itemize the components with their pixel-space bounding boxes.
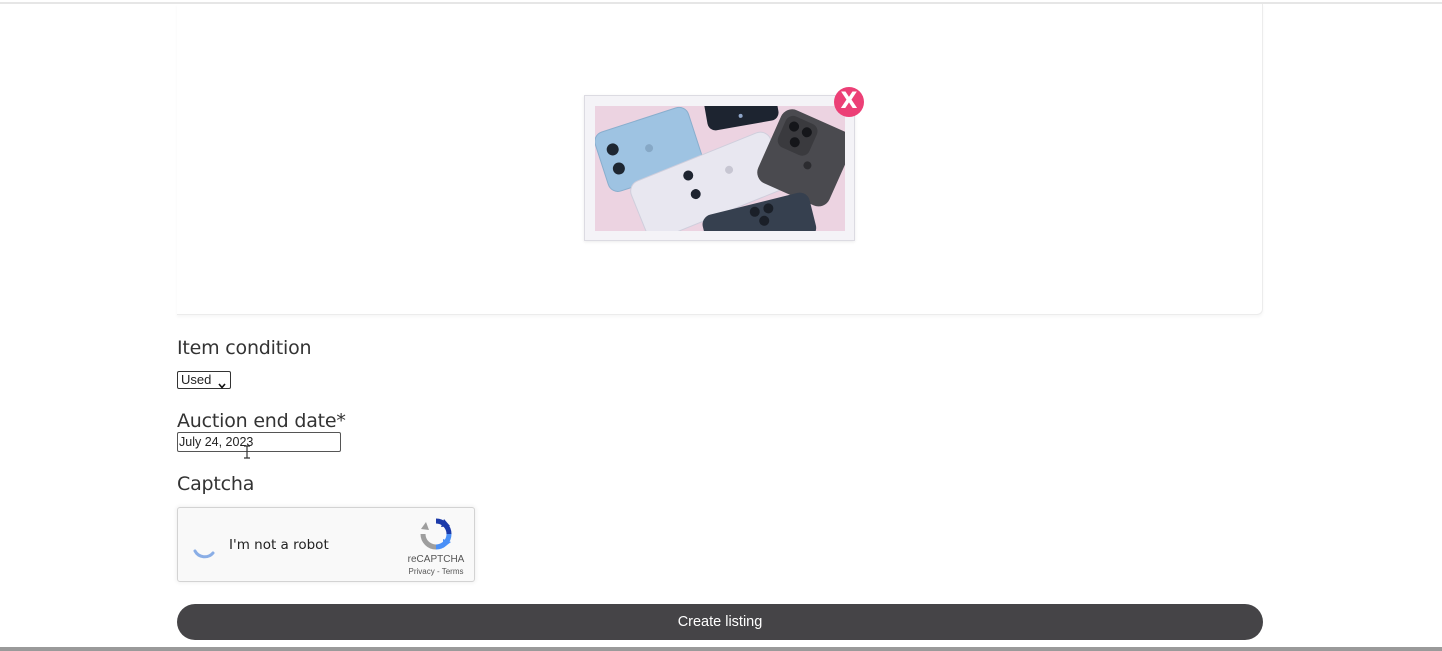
- auction-end-date-input[interactable]: July 24, 2023: [177, 432, 341, 452]
- create-listing-button[interactable]: Create listing: [177, 604, 1263, 640]
- item-condition-selected: Used: [181, 372, 212, 387]
- item-condition-label: Item condition: [177, 337, 312, 359]
- chevron-down-icon: [218, 377, 226, 393]
- bottom-border: [0, 647, 1442, 651]
- recaptcha-widget: I'm not a robot reCAPTCHA Privacy - Term…: [177, 507, 475, 582]
- captcha-label: Captcha: [177, 473, 255, 495]
- text-cursor-icon: [243, 445, 251, 464]
- captcha-checkbox-text: I'm not a robot: [229, 537, 329, 553]
- recaptcha-links: Privacy - Terms: [400, 567, 472, 576]
- auction-end-date-label: Auction end date*: [177, 410, 346, 432]
- recaptcha-brand: reCAPTCHA: [407, 554, 465, 565]
- recaptcha-links-separator: -: [436, 567, 440, 576]
- remove-image-button[interactable]: X: [834, 87, 864, 117]
- item-condition-select[interactable]: Used: [177, 371, 231, 389]
- recaptcha-terms-link[interactable]: Terms: [442, 567, 464, 576]
- captcha-checkbox[interactable]: [191, 531, 219, 559]
- recaptcha-privacy-link[interactable]: Privacy: [409, 567, 435, 576]
- uploaded-image-thumbnail: [595, 106, 845, 231]
- recaptcha-logo-icon: [419, 517, 453, 551]
- uploaded-image-card: [584, 95, 855, 241]
